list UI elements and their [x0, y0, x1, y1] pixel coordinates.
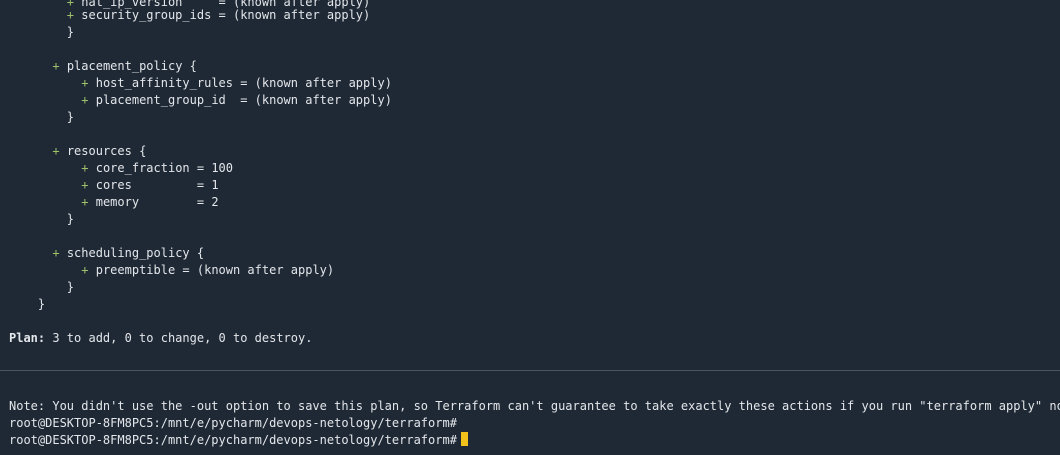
plan-line-text: placement_policy {: [66, 59, 197, 73]
plan-line-text: }: [66, 280, 75, 294]
plan-line-text: resources {: [66, 144, 147, 158]
plus-sign: +: [81, 93, 89, 107]
plus-sign: +: [81, 178, 89, 192]
plan-summary-text: 3 to add, 0 to change, 0 to destroy.: [45, 331, 313, 345]
plan-line-text: }: [66, 25, 75, 39]
plan-line-text: placement_group_id = (known after apply): [95, 93, 392, 107]
plan-summary: Plan: 3 to add, 0 to change, 0 to destro…: [9, 330, 312, 347]
plus-sign: +: [81, 161, 89, 175]
plan-line: + memory = 2: [9, 194, 219, 211]
shell-prompt-active[interactable]: root@DESKTOP-8FM8PC5:/mnt/e/pycharm/devo…: [9, 432, 468, 449]
plan-line: + core_fraction = 100: [9, 160, 233, 177]
plan-line: + placement_group_id = (known after appl…: [9, 92, 392, 109]
plan-line: }: [9, 211, 74, 228]
plan-label: Plan:: [9, 331, 46, 345]
plan-line: + placement_policy {: [9, 58, 197, 75]
plan-line-text: }: [37, 297, 46, 311]
plan-line-text: security_group_ids = (known after apply): [81, 8, 371, 22]
plan-line: }: [9, 109, 74, 126]
plan-line: + preemptible = (known after apply): [9, 262, 334, 279]
plus-sign: +: [81, 195, 89, 209]
plan-line-text: preemptible = (known after apply): [95, 263, 335, 277]
plus-sign: +: [66, 8, 75, 22]
plan-line-text: core_fraction = 100: [95, 161, 233, 175]
plan-line-text: scheduling_policy {: [66, 246, 205, 260]
plus-sign: +: [81, 263, 89, 277]
plan-line-text: }: [66, 212, 75, 226]
plan-line-text: host_affinity_rules = (known after apply…: [95, 76, 392, 90]
plan-line: + resources {: [9, 143, 146, 160]
plan-line: }: [9, 24, 74, 41]
plan-line: + cores = 1: [9, 177, 219, 194]
plus-sign: +: [81, 76, 89, 90]
text-cursor[interactable]: [460, 432, 468, 446]
shell-prompt-text: root@DESKTOP-8FM8PC5:/mnt/e/pycharm/devo…: [9, 433, 457, 447]
plan-line: + security_group_ids = (known after appl…: [9, 7, 370, 24]
shell-prompt: root@DESKTOP-8FM8PC5:/mnt/e/pycharm/devo…: [9, 416, 457, 430]
plan-line: }: [9, 296, 45, 313]
plan-line-text: cores = 1: [95, 178, 219, 192]
plan-line: }: [9, 279, 74, 296]
terminal-window[interactable]: + nat_ip_version = (known after apply) +…: [0, 0, 1060, 455]
plan-line: + scheduling_policy {: [9, 245, 204, 262]
plan-line-text: }: [66, 110, 75, 124]
plus-sign: +: [52, 144, 60, 158]
plan-line-text: memory = 2: [95, 195, 219, 209]
plus-sign: +: [52, 59, 60, 73]
output-divider: [0, 370, 1060, 371]
plan-line: + host_affinity_rules = (known after app…: [9, 75, 392, 92]
note-line: Note: You didn't use the -out option to …: [9, 399, 1060, 413]
plus-sign: +: [52, 246, 60, 260]
